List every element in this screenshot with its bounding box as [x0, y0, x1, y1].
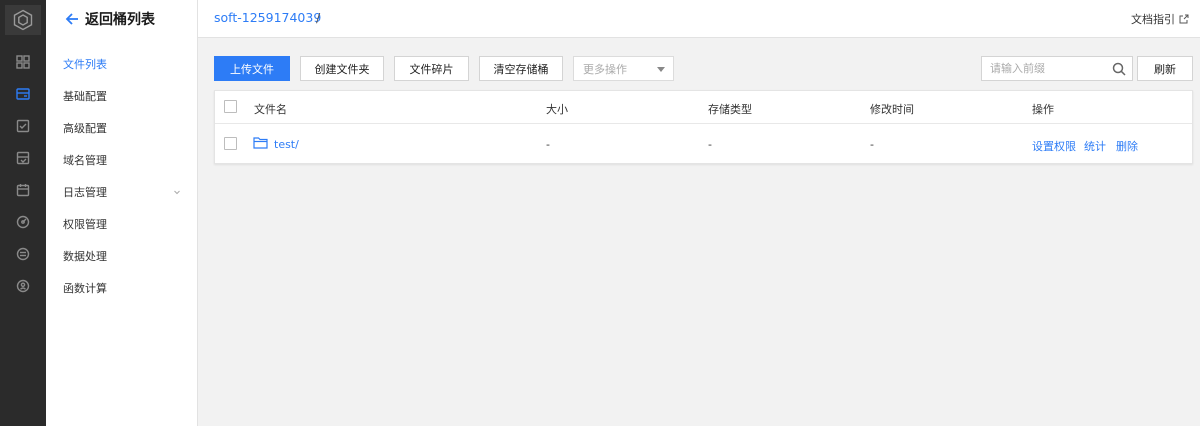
dashboard-icon[interactable]: [11, 50, 35, 74]
file-modified: -: [870, 138, 874, 151]
sidebar-item-label: 数据处理: [63, 250, 107, 263]
column-header-storage-class: 存储类型: [708, 103, 752, 116]
sidebar-item-data-processing[interactable]: 数据处理: [63, 247, 181, 265]
sidebar-item-log-management[interactable]: 日志管理: [63, 183, 181, 201]
sidebar-item-label: 高级配置: [63, 122, 107, 135]
row-checkbox[interactable]: [224, 137, 237, 150]
sidebar-item-label: 日志管理: [63, 186, 107, 199]
table-row: test/ - - - 设置权限 统计 删除: [215, 124, 1192, 164]
caret-down-icon: [657, 67, 665, 72]
delete-link[interactable]: 删除: [1116, 138, 1138, 154]
file-name-link[interactable]: test/: [274, 138, 299, 151]
storage-check-icon[interactable]: [11, 146, 35, 170]
user-icon[interactable]: [11, 274, 35, 298]
refresh-button[interactable]: 刷新: [1137, 56, 1193, 81]
search-icon[interactable]: [1112, 62, 1126, 76]
file-size: -: [546, 138, 550, 151]
select-all-checkbox[interactable]: [224, 100, 237, 113]
logo-icon[interactable]: [5, 5, 41, 35]
more-actions-label: 更多操作: [583, 62, 627, 76]
breadcrumb-bucket[interactable]: soft-1259174039: [214, 10, 321, 25]
table-header: 文件名 大小 存储类型 修改时间 操作: [215, 91, 1192, 124]
sidebar-item-label: 域名管理: [63, 154, 107, 167]
statistics-link[interactable]: 统计: [1084, 138, 1106, 154]
file-storage-class: -: [708, 138, 712, 151]
column-header-actions: 操作: [1032, 103, 1054, 116]
column-header-size: 大小: [546, 103, 568, 116]
sidebar-item-domain-management[interactable]: 域名管理: [63, 151, 181, 169]
external-link-icon: [1179, 14, 1189, 24]
more-actions-dropdown[interactable]: 更多操作: [573, 56, 674, 81]
create-folder-button[interactable]: 创建文件夹: [300, 56, 384, 81]
task-icon[interactable]: [11, 114, 35, 138]
back-label: 返回桶列表: [85, 12, 155, 28]
upload-file-button[interactable]: 上传文件: [214, 56, 290, 81]
file-table: 文件名 大小 存储类型 修改时间 操作 test/ - - - 设置权限 统计 …: [214, 90, 1193, 164]
chevron-down-icon: [174, 190, 180, 195]
set-permission-link[interactable]: 设置权限: [1032, 138, 1076, 154]
monitor-icon[interactable]: [11, 210, 35, 234]
empty-bucket-button[interactable]: 清空存储桶: [479, 56, 563, 81]
column-header-modified: 修改时间: [870, 103, 914, 116]
search-input[interactable]: [982, 57, 1108, 80]
sidebar-item-advanced-config[interactable]: 高级配置: [63, 119, 181, 137]
doc-guide-link[interactable]: 文档指引: [1131, 11, 1189, 27]
sidebar-item-label: 权限管理: [63, 218, 107, 231]
folder-icon: [253, 137, 268, 149]
sidebar-item-label: 基础配置: [63, 90, 107, 103]
arrow-left-icon: [65, 13, 78, 25]
sidebar-item-file-list[interactable]: 文件列表: [63, 55, 181, 73]
sidebar-item-function-compute[interactable]: 函数计算: [63, 279, 181, 297]
column-header-name: 文件名: [254, 103, 287, 116]
header: soft-1259174039 / 文档指引: [198, 0, 1200, 38]
icon-rail: [0, 0, 46, 426]
calendar-icon[interactable]: [11, 178, 35, 202]
doc-guide-label: 文档指引: [1131, 13, 1175, 26]
breadcrumb-separator: /: [316, 10, 321, 25]
sidebar-item-permission-management[interactable]: 权限管理: [63, 215, 181, 233]
cdn-icon[interactable]: [11, 242, 35, 266]
sidebar-item-label: 文件列表: [63, 58, 107, 71]
sidebar-item-label: 函数计算: [63, 282, 107, 295]
prefix-search: [981, 56, 1133, 81]
bucket-icon[interactable]: [11, 82, 35, 106]
file-fragments-button[interactable]: 文件碎片: [394, 56, 469, 81]
back-to-bucket-list-button[interactable]: 返回桶列表: [65, 9, 155, 29]
sidebar: 返回桶列表 文件列表 基础配置 高级配置 域名管理 日志管理 权限管理 数据处理…: [46, 0, 198, 426]
sidebar-item-basic-config[interactable]: 基础配置: [63, 87, 181, 105]
